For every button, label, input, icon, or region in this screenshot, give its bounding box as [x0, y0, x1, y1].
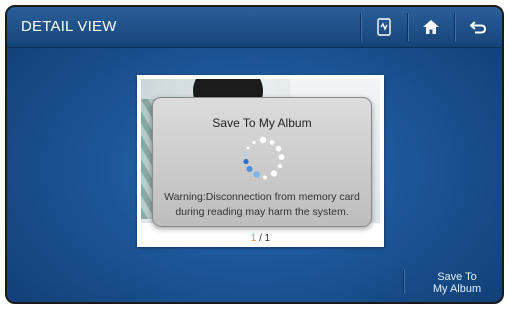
home-button[interactable] — [408, 7, 454, 47]
dialog-title: Save To My Album — [212, 116, 312, 130]
memo-button[interactable] — [361, 7, 407, 47]
memo-icon — [377, 18, 391, 36]
dialog-message-line2: during reading may harm the system. — [175, 206, 349, 218]
page-separator: / — [256, 233, 265, 244]
screen: DETAIL VIEW 1 / 1 Save To My Album Warni… — [5, 5, 504, 304]
home-icon — [423, 20, 439, 34]
dialog-message: Warning:Disconnection from memory card d… — [159, 190, 365, 220]
page-indicator: 1 / 1 — [137, 233, 384, 244]
save-to-my-album-button[interactable]: Save To My Album — [422, 271, 492, 295]
save-button-label-line2: My Album — [432, 283, 482, 295]
save-progress-dialog: Save To My Album Warning:Disconnection f… — [152, 97, 372, 227]
save-button-label-line1: Save To — [437, 271, 477, 283]
dialog-message-line1: Warning:Disconnection from memory card — [164, 191, 360, 203]
divider — [403, 270, 404, 294]
page-title: DETAIL VIEW — [21, 18, 117, 35]
loading-spinner-icon — [243, 136, 285, 180]
back-icon — [470, 21, 487, 34]
page-total: 1 — [264, 233, 271, 244]
back-button[interactable] — [455, 7, 501, 47]
header-bar: DETAIL VIEW — [7, 7, 502, 48]
